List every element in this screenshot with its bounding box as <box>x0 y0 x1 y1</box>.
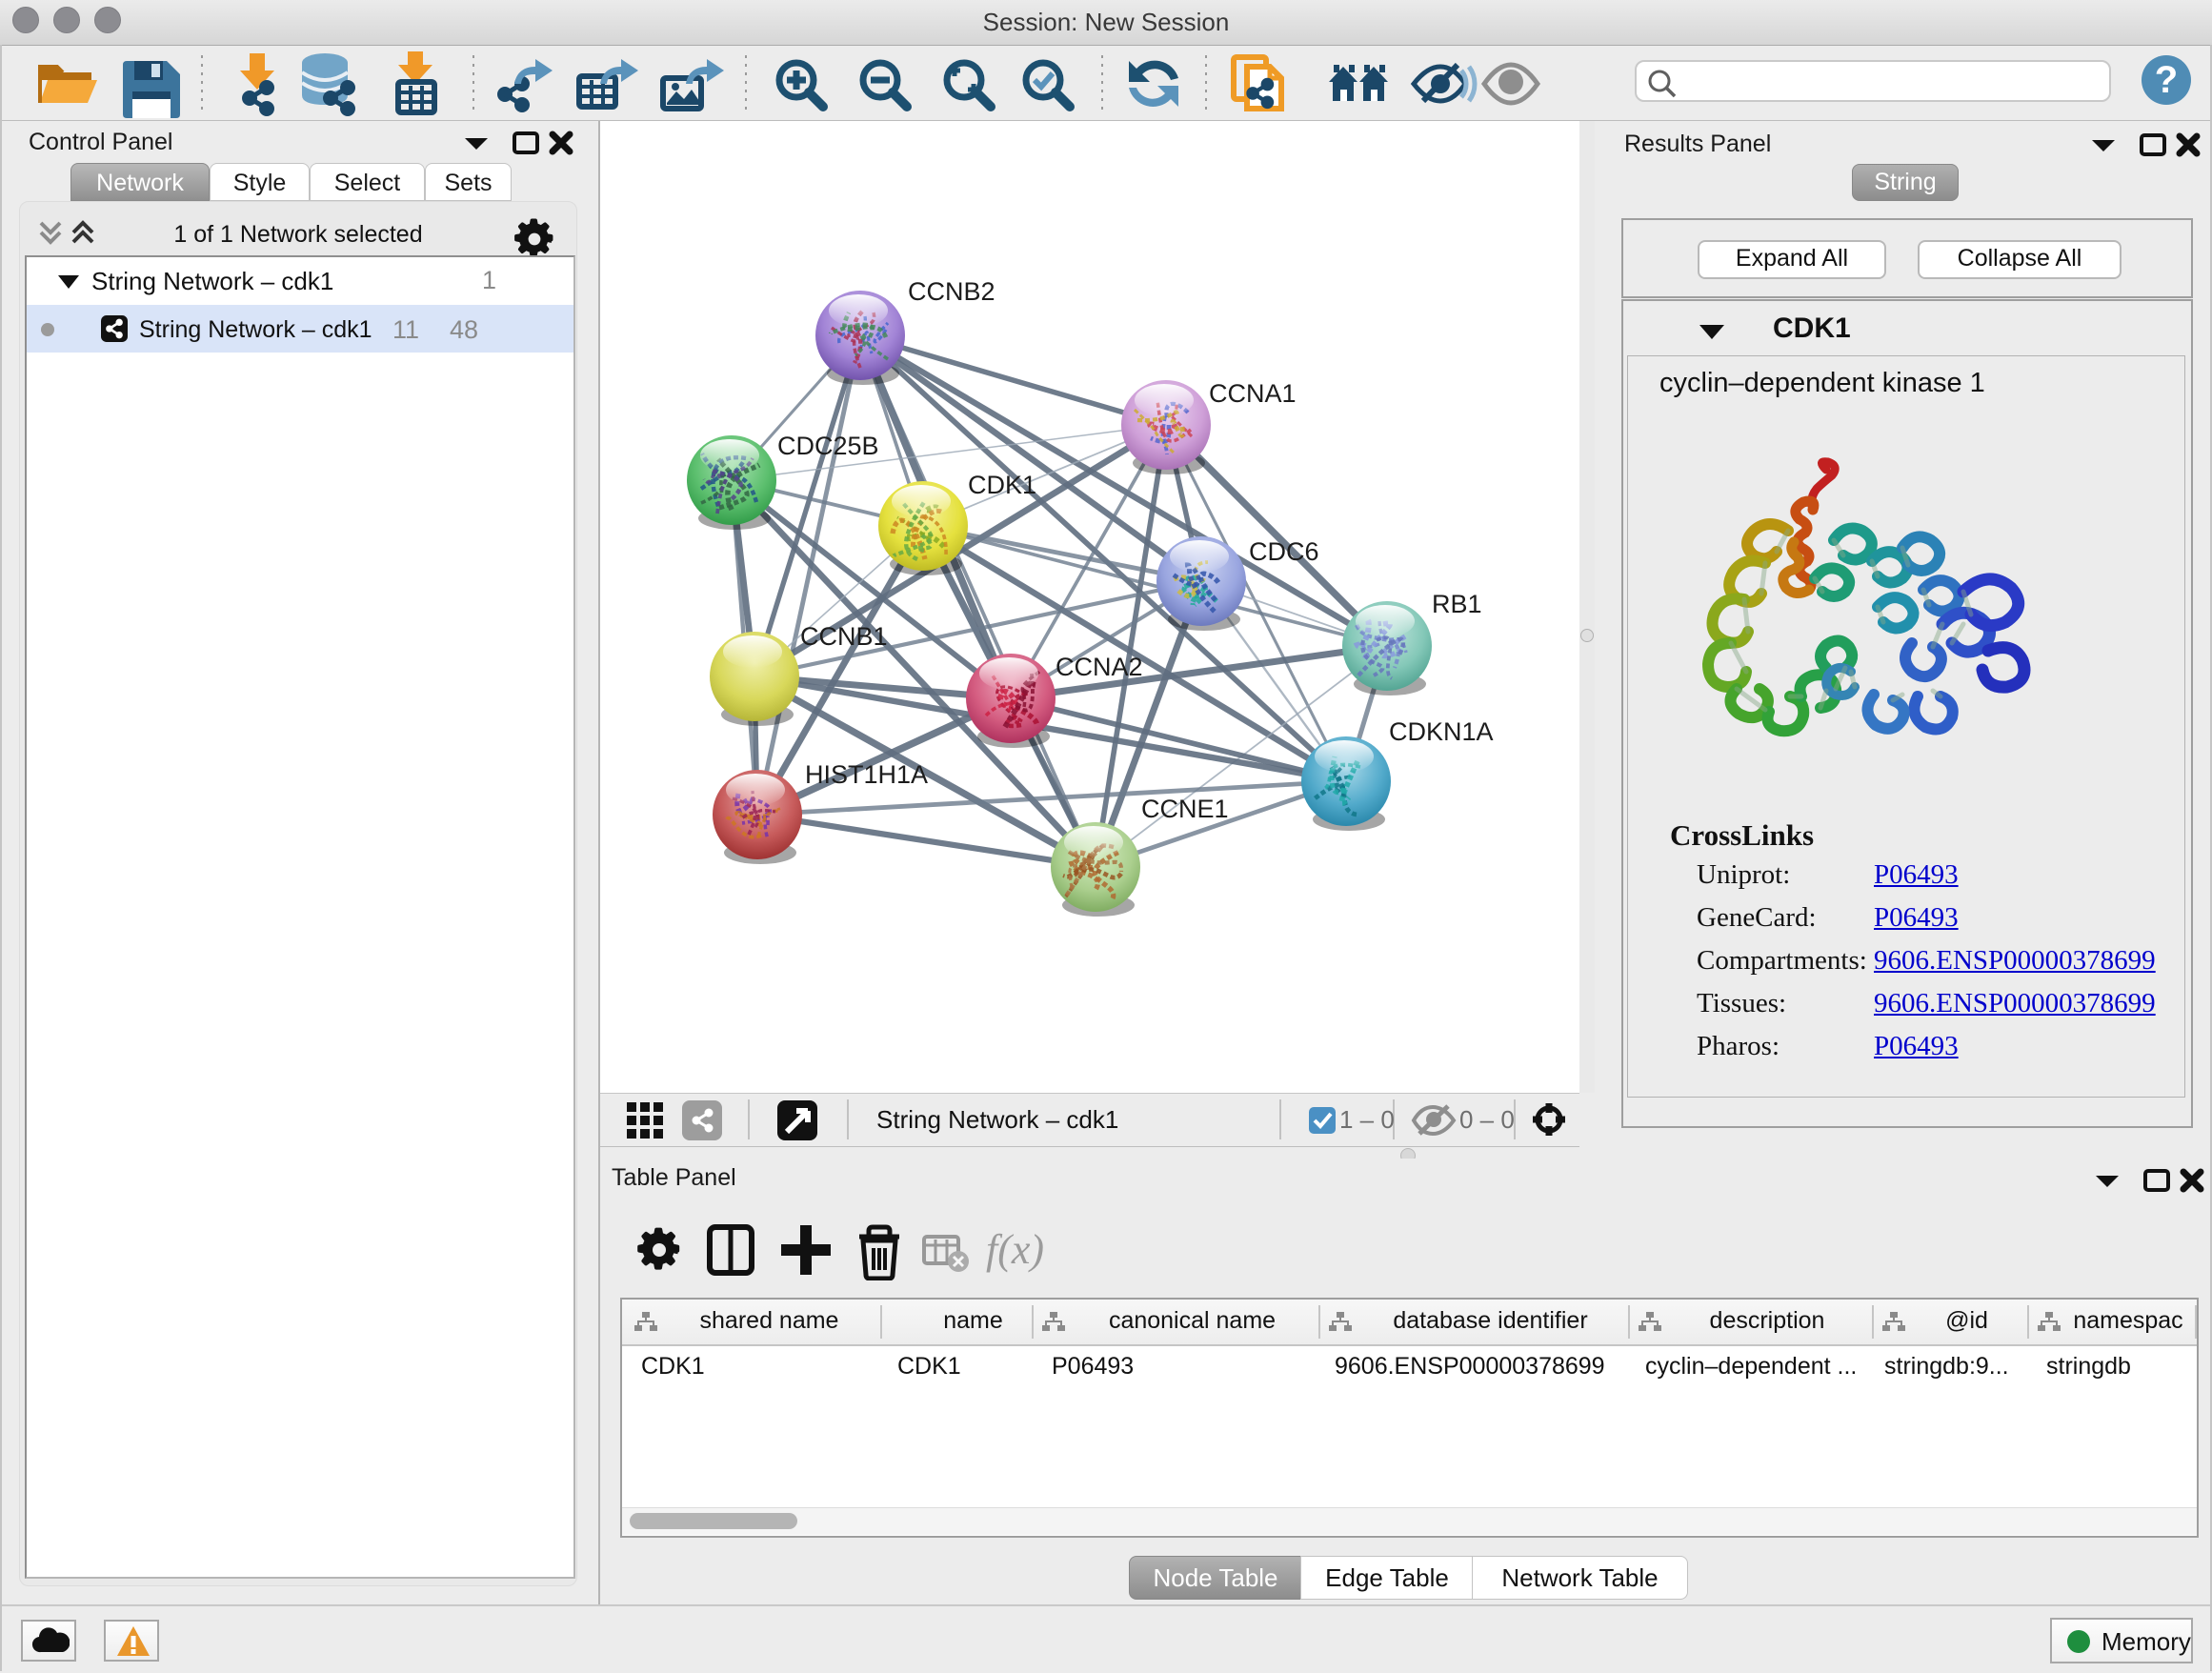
svg-text:CCNB2: CCNB2 <box>908 277 995 306</box>
svg-text:CDC6: CDC6 <box>1249 537 1319 566</box>
svg-text:CDK1: CDK1 <box>968 471 1036 499</box>
svg-text:CDKN1A: CDKN1A <box>1389 717 1494 746</box>
svg-text:CCNA2: CCNA2 <box>1056 653 1143 681</box>
svg-text:HIST1H1A: HIST1H1A <box>805 760 928 789</box>
svg-text:RB1: RB1 <box>1432 590 1482 618</box>
svg-text:CCNE1: CCNE1 <box>1141 795 1229 823</box>
svg-text:CDC25B: CDC25B <box>777 432 879 460</box>
svg-text:CCNA1: CCNA1 <box>1209 379 1297 408</box>
svg-text:f(x): f(x) <box>986 1226 1044 1273</box>
svg-text:CCNB1: CCNB1 <box>800 622 888 651</box>
svg-text:?: ? <box>2155 59 2178 101</box>
